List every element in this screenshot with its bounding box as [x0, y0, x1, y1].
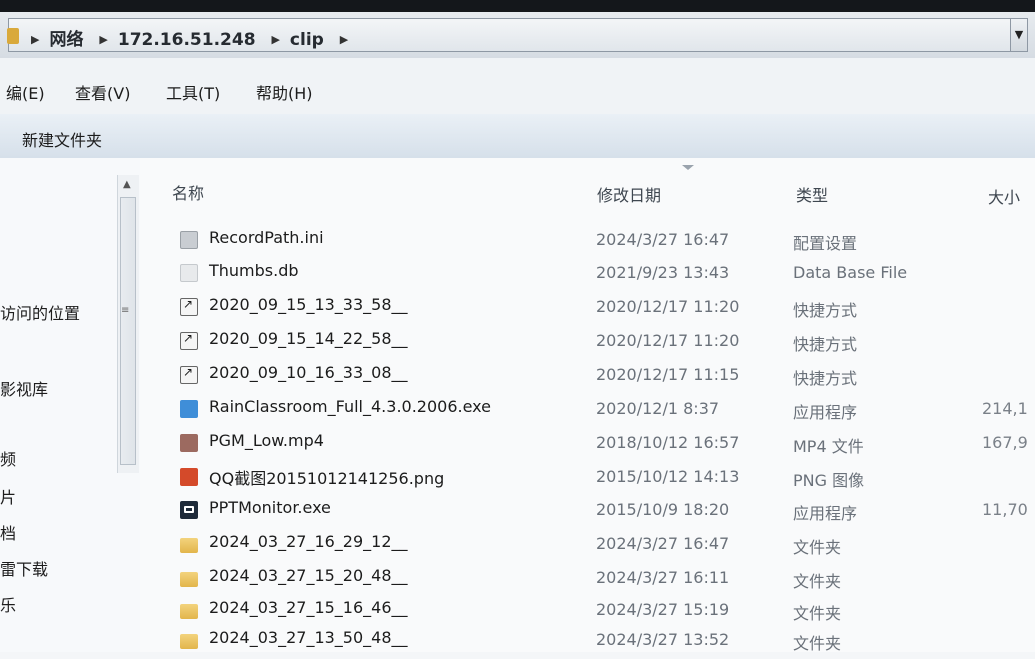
file-row[interactable]: 2020_09_15_13_33_58__ 2020/12/17 11:20 快捷方…	[0, 294, 1035, 326]
rain-file-icon	[180, 400, 198, 418]
menu-bar: 编(E) 查看(V) 工具(T) 帮助(H)	[0, 58, 1035, 115]
file-date: 2024/3/27 13:52	[596, 630, 730, 649]
file-name: 2024_03_27_15_16_46__	[209, 598, 408, 617]
breadcrumb-host[interactable]: 172.16.51.248	[118, 30, 256, 50]
chevron-right-icon[interactable]: ▶	[271, 33, 279, 46]
folder-file-icon	[180, 634, 198, 649]
video-file-icon	[180, 434, 198, 452]
file-date: 2020/12/17 11:20	[596, 331, 740, 350]
column-header-date[interactable]: 修改日期	[597, 182, 661, 206]
file-type: 快捷方式	[793, 335, 858, 354]
file-date: 2024/3/27 16:47	[596, 534, 730, 553]
db-file-icon	[180, 264, 198, 282]
file-type: 文件夹	[793, 634, 842, 653]
file-row[interactable]: 2024_03_27_13_50_48__ 2024/3/27 13:52 文件夹	[0, 627, 1035, 659]
new-folder-button[interactable]: 新建文件夹	[22, 127, 102, 151]
file-row[interactable]: Thumbs.db 2021/9/23 13:43 Data Base File	[0, 260, 1035, 292]
file-type: 应用程序	[793, 504, 858, 523]
file-name: 2024_03_27_16_29_12__	[209, 532, 408, 551]
menu-tools[interactable]: 工具(T)	[166, 80, 220, 104]
file-type: 文件夹	[793, 572, 842, 591]
file-date: 2020/12/1 8:37	[596, 399, 720, 418]
file-date: 2020/12/17 11:15	[596, 365, 740, 384]
folder-file-icon	[180, 604, 198, 619]
file-row[interactable]: 2020_09_10_16_33_08__ 2020/12/17 11:15 快捷方…	[0, 362, 1035, 394]
file-date: 2020/12/17 11:20	[596, 297, 740, 316]
file-name: QQ截图20151012141256.png	[209, 469, 445, 488]
file-date: 2021/9/23 13:43	[596, 263, 730, 282]
address-bar: ▶ 网络 ▶ 172.16.51.248 ▶ clip ▶ ▼	[0, 12, 1035, 59]
file-size: 214,1	[982, 399, 1028, 418]
address-dropdown-button[interactable]: ▼	[1010, 18, 1028, 52]
chevron-down-icon: ▼	[1014, 28, 1024, 41]
menu-view[interactable]: 查看(V)	[75, 80, 130, 104]
menu-help[interactable]: 帮助(H)	[256, 80, 313, 104]
breadcrumb-clip[interactable]: clip	[290, 30, 324, 50]
file-row[interactable]: PPTMonitor.exe 2015/10/9 18:20 应用程序 11,70	[0, 497, 1035, 529]
file-name: 2024_03_27_13_50_48__	[209, 628, 408, 647]
file-type: 应用程序	[793, 403, 858, 422]
ini-file-icon	[180, 231, 198, 249]
file-name: 2024_03_27_15_20_48__	[209, 566, 408, 585]
png-file-icon	[180, 468, 198, 486]
file-name: PPTMonitor.exe	[209, 498, 331, 517]
file-row[interactable]: RecordPath.ini 2024/3/27 16:47 配置设置	[0, 227, 1035, 259]
file-type: 配置设置	[793, 234, 858, 253]
file-name: 2020_09_15_14_22_58__	[209, 329, 408, 348]
window-top-edge	[0, 0, 1035, 12]
file-date: 2015/10/9 18:20	[596, 500, 730, 519]
file-row[interactable]: 2020_09_15_14_22_58__ 2020/12/17 11:20 快捷方…	[0, 328, 1035, 360]
file-name: 2020_09_15_13_33_58__	[209, 295, 408, 314]
file-size: 167,9	[982, 433, 1028, 452]
file-date: 2015/10/12 14:13	[596, 467, 740, 486]
file-size: 11,70	[982, 500, 1028, 519]
menu-edit[interactable]: 编(E)	[6, 80, 45, 104]
file-type: MP4 文件	[793, 437, 864, 456]
folder-file-icon	[180, 572, 198, 587]
command-toolbar: 新建文件夹	[0, 114, 1035, 159]
chevron-right-icon[interactable]: ▶	[99, 33, 107, 46]
file-date: 2024/3/27 16:47	[596, 230, 730, 249]
column-header-size[interactable]: 大小	[988, 184, 1020, 208]
breadcrumb: ▶ 网络 ▶ 172.16.51.248 ▶ clip ▶	[31, 25, 358, 50]
chevron-right-icon[interactable]: ▶	[340, 33, 348, 46]
file-name: PGM_Low.mp4	[209, 431, 324, 450]
file-name: Thumbs.db	[209, 261, 299, 280]
file-row[interactable]: 2024_03_27_16_29_12__ 2024/3/27 16:47 文件夹	[0, 531, 1035, 563]
file-type: 快捷方式	[793, 301, 858, 320]
file-date: 2018/10/12 16:57	[596, 433, 740, 452]
file-row[interactable]: RainClassroom_Full_4.3.0.2006.exe 2020/12…	[0, 396, 1035, 428]
file-name: RecordPath.ini	[209, 228, 324, 247]
sort-indicator-icon	[682, 165, 694, 170]
file-type: 快捷方式	[793, 369, 858, 388]
file-type: Data Base File	[793, 263, 908, 282]
file-row[interactable]: PGM_Low.mp4 2018/10/12 16:57 MP4 文件 167,9	[0, 430, 1035, 462]
file-date: 2024/3/27 16:11	[596, 568, 730, 587]
file-row[interactable]: 2024_03_27_15_20_48__ 2024/3/27 16:11 文件夹	[0, 565, 1035, 597]
scroll-up-icon[interactable]: ▲	[123, 179, 131, 190]
file-type: 文件夹	[793, 538, 842, 557]
chevron-right-icon[interactable]: ▶	[31, 33, 39, 46]
folder-file-icon	[180, 538, 198, 553]
lnk-file-icon	[180, 331, 198, 350]
column-header-type[interactable]: 类型	[796, 182, 828, 206]
folder-icon	[7, 28, 19, 44]
lnk-file-icon	[180, 365, 198, 384]
file-row[interactable]: QQ截图20151012141256.png 2015/10/12 14:13 PN…	[0, 464, 1035, 496]
file-date: 2024/3/27 15:19	[596, 600, 730, 619]
ppt-file-icon	[180, 501, 198, 519]
file-row[interactable]: 2024_03_27_15_16_46__ 2024/3/27 15:19 文件夹	[0, 597, 1035, 629]
column-header-name[interactable]: 名称	[172, 180, 204, 204]
lnk-file-icon	[180, 297, 198, 316]
address-field[interactable]: ▶ 网络 ▶ 172.16.51.248 ▶ clip ▶	[7, 18, 1012, 52]
breadcrumb-network[interactable]: 网络	[49, 30, 83, 50]
file-name: 2020_09_10_16_33_08__	[209, 363, 408, 382]
file-type: 文件夹	[793, 604, 842, 623]
file-name: RainClassroom_Full_4.3.0.2006.exe	[209, 397, 491, 416]
file-type: PNG 图像	[793, 471, 865, 490]
